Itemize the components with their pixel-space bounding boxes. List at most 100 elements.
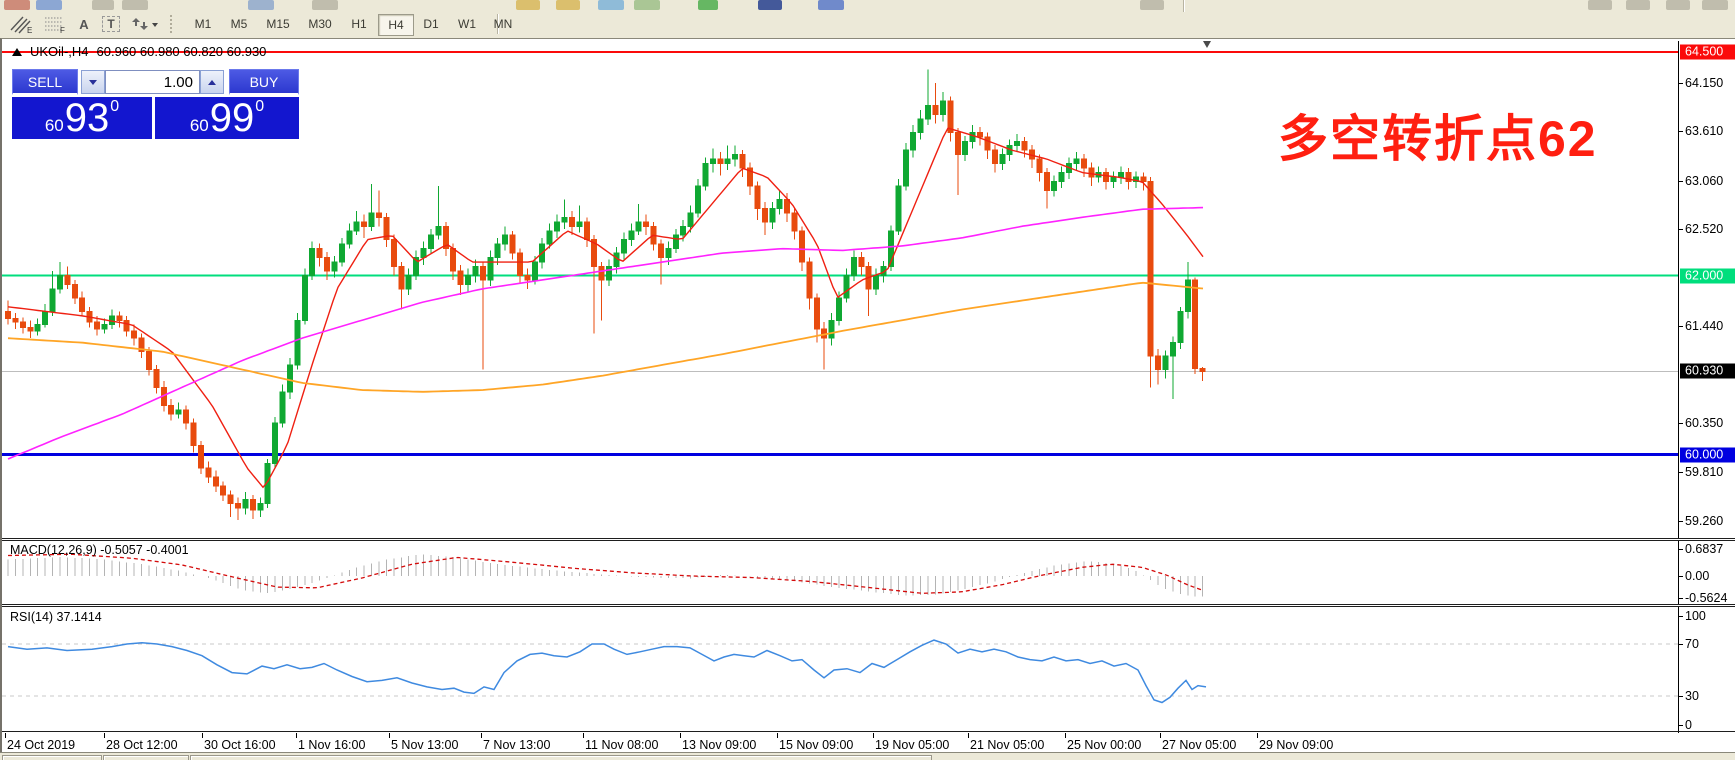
axis-tick <box>1678 228 1683 230</box>
axis-tick-label: 64.150 <box>1685 76 1724 91</box>
axis-tick <box>1678 576 1683 577</box>
buy-button[interactable]: BUY <box>229 69 299 95</box>
axis-tick-label: 0.00 <box>1685 569 1710 583</box>
timeframe-button-m1[interactable]: M1 <box>186 14 220 34</box>
toolbar-icon-cropped[interactable] <box>1666 0 1690 10</box>
axis-tick <box>1678 131 1683 133</box>
axis-tick-label: 0 <box>1685 718 1692 732</box>
time-tick <box>583 733 584 738</box>
buy-price-display[interactable]: 60 99 0 <box>155 97 299 139</box>
toolbar-icon-cropped[interactable] <box>92 0 114 10</box>
toolbar-icon-cropped[interactable] <box>4 0 30 10</box>
time-tick <box>481 733 482 738</box>
price-level-badge: 60.930 <box>1680 363 1735 379</box>
sell-price-display[interactable]: 60 93 0 <box>12 97 152 139</box>
time-tick-label: 11 Nov 08:00 <box>585 738 659 752</box>
arrow-down-icon <box>89 79 97 85</box>
cycle-lines-icon[interactable] <box>128 13 162 35</box>
symbol-period-label: UKOil-,H4 <box>30 44 89 59</box>
status-cell <box>103 755 189 760</box>
svg-text:F: F <box>60 26 65 34</box>
toolbar-grip[interactable] <box>170 15 175 33</box>
time-tick <box>873 733 874 738</box>
price-level-badge: 64.500 <box>1680 44 1735 60</box>
axis-tick <box>1678 696 1683 697</box>
axis-tick <box>1678 471 1683 473</box>
time-tick-label: 5 Nov 13:00 <box>391 738 459 752</box>
arrow-up-icon <box>208 79 216 85</box>
timeframe-button-w1[interactable]: W1 <box>450 14 484 34</box>
axis-tick <box>1678 598 1683 599</box>
timeframe-button-m15[interactable]: M15 <box>258 14 298 34</box>
toolbar-icon-cropped[interactable] <box>1140 0 1164 10</box>
volume-up-button[interactable] <box>200 70 224 94</box>
equidistant-channel-icon[interactable]: E <box>6 13 36 35</box>
axis-tick-label: 62.520 <box>1685 221 1724 236</box>
timeframe-button-d1[interactable]: D1 <box>414 14 448 34</box>
price-level-badge: 60.000 <box>1680 447 1735 462</box>
sell-price-int: 60 <box>44 116 64 135</box>
timeframe-button-h1[interactable]: H1 <box>342 14 376 34</box>
axis-tick-label: 59.810 <box>1685 464 1724 479</box>
toolbar-icon-cropped[interactable] <box>1626 0 1650 10</box>
toolbar-icon-cropped[interactable] <box>758 0 782 10</box>
axis-tick-label: 61.440 <box>1685 318 1724 333</box>
time-tick <box>777 733 778 738</box>
time-tick-label: 19 Nov 05:00 <box>875 738 950 752</box>
panel-divider[interactable] <box>2 538 1735 541</box>
toolbar-icon-cropped[interactable] <box>634 0 660 10</box>
chart-annotation-text: 多空转折点62 <box>1278 111 1598 167</box>
text-tool-icon[interactable]: A <box>72 13 96 35</box>
time-tick-label: 21 Nov 05:00 <box>970 738 1045 752</box>
bottom-bar-cropped <box>0 752 1735 760</box>
toolbar-icon-cropped[interactable] <box>122 0 148 10</box>
timeframe-button-mn[interactable]: MN <box>486 14 520 34</box>
buy-price-int: 60 <box>189 116 209 135</box>
svg-text:E: E <box>27 26 32 34</box>
toolbar-icon-cropped[interactable] <box>1702 0 1728 10</box>
toolbar-top-cropped <box>0 0 1735 12</box>
axis-tick-label: 30 <box>1685 689 1699 703</box>
toolbar-icon-cropped[interactable] <box>36 0 62 10</box>
time-tick <box>968 733 969 738</box>
time-tick <box>296 733 297 738</box>
axis-tick <box>1678 520 1683 522</box>
sell-price-frac: 0 <box>110 98 120 115</box>
volume-input[interactable] <box>105 70 200 94</box>
toolbar-icon-cropped[interactable] <box>1588 0 1612 10</box>
mt4-window: E F A T M1 M5 M15 M30 H1 H4 D1 W1 MN UKO… <box>0 0 1735 760</box>
ma-fast <box>7 127 1204 489</box>
timeframe-button-m5[interactable]: M5 <box>222 14 256 34</box>
macd-indicator-label: MACD(12,26,9) -0.5057 -0.4001 <box>10 543 189 557</box>
fibonacci-grid-icon[interactable]: F <box>40 13 70 35</box>
panel-divider[interactable] <box>2 604 1735 607</box>
volume-down-button[interactable] <box>81 70 105 94</box>
collapse-icon[interactable] <box>12 47 22 56</box>
timeframe-button-m30[interactable]: M30 <box>300 14 340 34</box>
buy-price-frac: 0 <box>255 98 265 115</box>
buy-price-pips: 99 <box>209 96 255 141</box>
time-tick-label: 24 Oct 2019 <box>7 738 76 752</box>
sell-button[interactable]: SELL <box>12 69 78 95</box>
toolbar-icon-cropped[interactable] <box>516 0 540 10</box>
time-tick-label: 7 Nov 13:00 <box>483 738 551 752</box>
toolbar-icon-cropped[interactable] <box>818 0 844 10</box>
axis-tick-label: 70 <box>1685 637 1699 651</box>
text-label-tool-icon[interactable]: T <box>98 13 124 35</box>
toolbar-icon-cropped[interactable] <box>556 0 580 10</box>
toolbar-icon-cropped[interactable] <box>698 0 718 10</box>
time-tick-label: 28 Oct 12:00 <box>106 738 178 752</box>
time-tick-label: 25 Nov 00:00 <box>1067 738 1142 752</box>
axis-tick-label: 60.350 <box>1685 416 1724 431</box>
axis-tick <box>1678 548 1683 550</box>
axis-tick <box>1678 325 1683 327</box>
toolbar-separator <box>1183 0 1185 12</box>
toolbar-icon-cropped[interactable] <box>312 0 338 10</box>
timeframe-button-h4[interactable]: H4 <box>378 14 414 36</box>
axis-tick-label: 63.610 <box>1685 124 1724 139</box>
axis-tick <box>1678 423 1683 425</box>
time-tick-label: 15 Nov 09:00 <box>779 738 854 752</box>
toolbar-icon-cropped[interactable] <box>248 0 274 10</box>
axis-tick <box>1678 616 1683 617</box>
toolbar-icon-cropped[interactable] <box>598 0 624 10</box>
